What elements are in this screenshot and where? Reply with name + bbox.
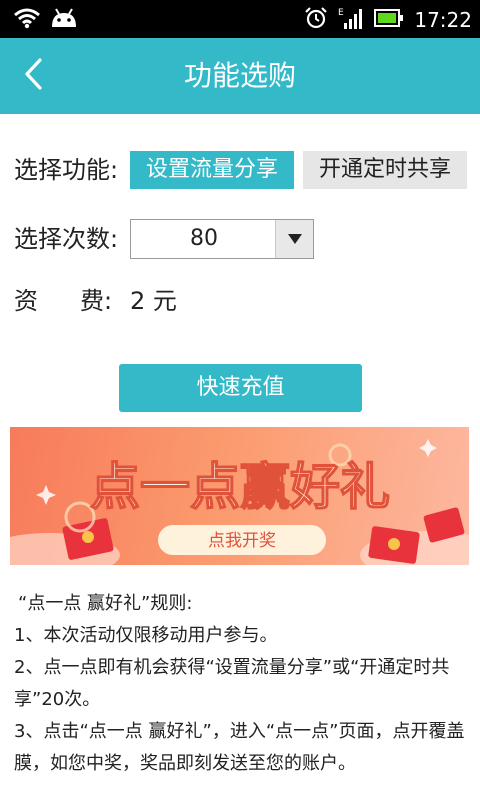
count-row: 选择次数: 80 (14, 219, 474, 259)
promo-banner[interactable]: 点一点赢好礼 点我开奖 (10, 427, 469, 565)
banner-draw-button: 点我开奖 (208, 531, 276, 551)
page-title: 功能选购 (183, 59, 296, 92)
android-icon (50, 7, 78, 33)
function-row: 选择功能: 设置流量分享 开通定时共享 (14, 151, 474, 189)
option-flow-share[interactable]: 设置流量分享 (130, 151, 294, 189)
fee-value: 2 元 (130, 287, 177, 315)
title-bar: 功能选购 (0, 38, 480, 114)
fee-row: 资 费: 2 元 (14, 282, 314, 320)
count-label: 选择次数: (14, 225, 119, 253)
svg-text:E: E (338, 8, 344, 18)
rule-item: 3、点击“点一点 赢好礼”，进入“点一点”页面，点开覆盖膜，如您中奖，奖品即刻发… (14, 721, 465, 774)
wifi-icon (14, 7, 40, 33)
status-bar: E 17:22 (0, 0, 480, 38)
fee-label-2: 费: (80, 287, 113, 315)
option-timed-share[interactable]: 开通定时共享 (303, 151, 467, 189)
fee-label-1: 资 (14, 287, 38, 315)
count-value: 80 (190, 226, 218, 251)
dropdown-arrow-icon (275, 220, 313, 258)
rules-title: “点一点 赢好礼”规则: (18, 593, 193, 614)
count-select[interactable]: 80 (130, 219, 314, 259)
function-label: 选择功能: (14, 156, 119, 184)
envelope-icon (368, 526, 420, 564)
quick-charge-button[interactable]: 快速充值 (119, 364, 362, 412)
banner-headline: 点一点赢好礼 (90, 458, 390, 516)
rules-section: “点一点 赢好礼”规则: 1、本次活动仅限移动用户参与。 2、点一点即有机会获得… (14, 588, 470, 780)
alarm-icon (304, 6, 328, 34)
signal-icon: E (338, 6, 364, 34)
rule-item: 1、本次活动仅限移动用户参与。 (14, 625, 278, 646)
status-time: 17:22 (414, 8, 472, 32)
battery-icon (374, 8, 404, 32)
rule-item: 2、点一点即有机会获得“设置流量分享”或“开通定时共享”20次。 (14, 657, 450, 710)
